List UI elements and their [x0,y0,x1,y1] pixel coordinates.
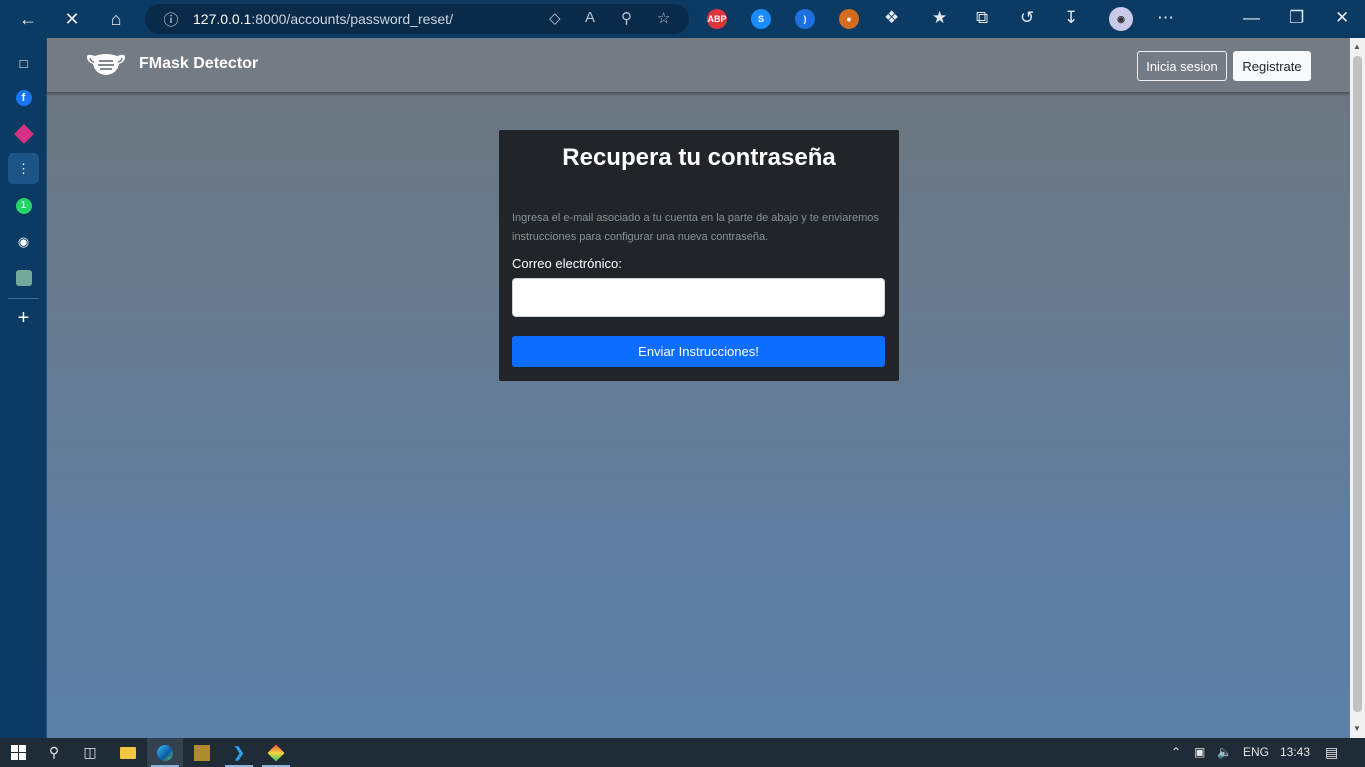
back-arrow-icon[interactable]: ← [6,0,50,38]
firefox-like-extension-icon[interactable]: ● [839,9,859,29]
mask-logo-icon [87,54,125,75]
browser-sidebar: □ f ⋮ 1 ◉ + [0,38,47,738]
whatsapp-icon[interactable]: 1 [8,190,39,221]
add-favorite-icon[interactable]: ☆ [657,9,670,27]
history-icon[interactable]: ↺ [1020,8,1034,28]
zoom-out-icon[interactable]: ⚲ [621,9,632,27]
password-reset-card: Recupera tu contraseña Ingresa el e-mail… [499,130,899,381]
email-label: Correo electrónico: [512,256,622,271]
profile-avatar[interactable]: ◉ [1109,7,1133,31]
github-icon[interactable]: ◉ [8,226,39,257]
tag-icon[interactable]: ◇ [549,9,561,27]
adblock-extension-icon[interactable]: ABP [707,9,727,29]
chatgpt-icon[interactable] [8,262,39,293]
vscode-icon[interactable]: ❯ [221,738,257,767]
notifications-icon[interactable]: ▤ [1325,744,1338,761]
brand-name: FMask Detector [139,55,259,72]
home-icon[interactable]: ⌂ [94,0,138,38]
file-explorer-icon[interactable] [110,738,146,767]
close-window-icon[interactable]: ✕ [1335,8,1349,28]
tab-actions-icon[interactable]: □ [8,48,39,79]
email-field[interactable] [512,278,885,317]
scrollbar-thumb[interactable] [1353,56,1362,712]
read-aloud-icon[interactable]: A [585,9,595,26]
url-path: :8000/accounts/password_reset/ [251,11,453,27]
scroll-up-icon[interactable]: ▲ [1353,42,1361,51]
git-app-icon[interactable] [258,738,294,767]
app-g-icon[interactable] [8,118,39,149]
sidebar-divider [8,298,39,299]
shazam-extension-icon[interactable]: S [751,9,771,29]
browser-toolbar: ← ✕ ⌂ ⓘ 127.0.0.1:8000/accounts/password… [0,0,1365,38]
site-info-icon[interactable]: ⓘ [155,9,187,30]
restore-icon[interactable]: ❐ [1289,8,1304,28]
site-navbar: FMask Detector Inicia sesion Registrate [47,38,1350,92]
favorites-icon[interactable]: ★ [932,8,947,28]
audio-extension-icon[interactable]: ) [795,9,815,29]
search-icon[interactable]: ⚲ [36,738,72,767]
volume-icon[interactable]: 🔈 [1217,745,1232,759]
windows-start-icon[interactable] [0,738,36,767]
task-view-icon[interactable]: ◫ [72,738,108,767]
scroll-down-icon[interactable]: ▼ [1353,724,1361,733]
send-instructions-button[interactable]: Enviar Instrucciones! [512,336,885,367]
tray-expand-icon[interactable]: ⌃ [1171,745,1181,759]
stop-loading-icon[interactable]: ✕ [50,0,94,38]
more-options-icon[interactable]: ⋯ [1157,8,1174,28]
register-button[interactable]: Registrate [1233,51,1311,81]
extensions-puzzle-icon[interactable]: ❖ [884,8,899,28]
network-icon[interactable]: ▣ [1194,745,1205,759]
page-scrollbar[interactable]: ▲ ▼ [1350,38,1365,738]
downloads-icon[interactable]: ↧ [1064,8,1078,28]
address-bar[interactable]: ⓘ 127.0.0.1:8000/accounts/password_reset… [145,4,689,34]
facebook-icon[interactable]: f [8,82,39,113]
card-description: Ingresa el e-mail asociado a tu cuenta e… [512,212,879,243]
url-host: 127.0.0.1 [193,11,252,27]
brand[interactable]: FMask Detector [85,51,258,77]
windows-logo-icon [10,745,26,760]
login-button[interactable]: Inicia sesion [1137,51,1227,81]
edge-browser-icon[interactable] [147,738,183,767]
game-app-icon[interactable] [184,738,220,767]
card-title: Recupera tu contraseña [562,144,836,171]
minimize-icon[interactable]: — [1243,8,1260,28]
add-app-icon[interactable]: + [8,303,39,334]
page-viewport: FMask Detector Inicia sesion Registrate … [47,38,1350,738]
url-text[interactable]: 127.0.0.1:8000/accounts/password_reset/ [193,11,453,27]
language-indicator[interactable]: ENG [1243,745,1269,759]
clock[interactable]: 13:43 [1280,745,1310,759]
windows-taskbar: ⚲ ◫ ❯ ⌃ ▣ 🔈 ENG 13:43 ▤ [0,738,1365,767]
collections-icon[interactable]: ⧉ [976,8,988,28]
loading-page-icon[interactable]: ⋮ [8,153,39,184]
